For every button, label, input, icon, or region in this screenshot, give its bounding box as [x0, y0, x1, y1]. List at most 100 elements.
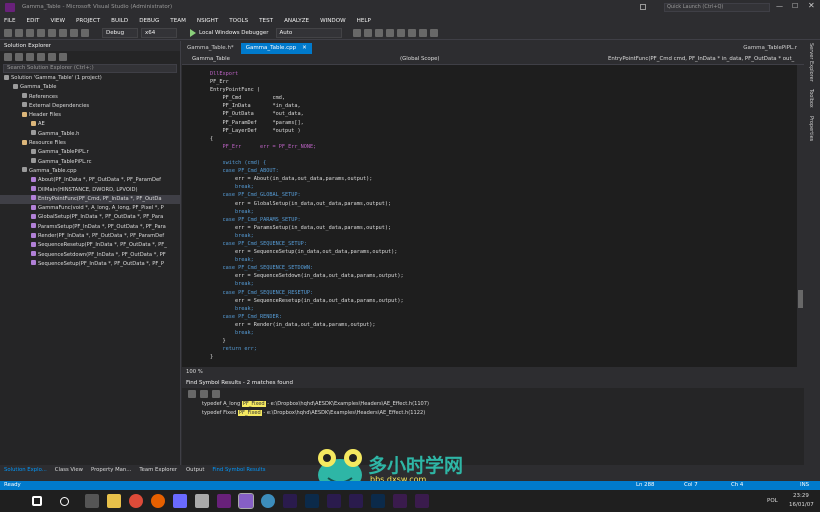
tree-item[interactable]: DllMain(HINSTANCE, DWORD, LPVOID): [0, 186, 180, 195]
platform-select[interactable]: x64: [141, 27, 177, 38]
tab-toolbox[interactable]: Toolbox: [808, 89, 814, 108]
after-effects-2-icon[interactable]: [349, 494, 363, 508]
project-dropdown[interactable]: Gamma_Table: [192, 54, 230, 64]
back-icon[interactable]: [4, 28, 12, 37]
language-indicator[interactable]: POL: [767, 498, 778, 504]
toolbar-icon-h[interactable]: [429, 28, 438, 37]
clock-time[interactable]: 23:29: [793, 493, 809, 499]
explorer-icon[interactable]: [107, 494, 121, 508]
sync-icon[interactable]: [15, 53, 23, 61]
tree-item[interactable]: External Dependencies: [0, 102, 180, 111]
home-icon[interactable]: [4, 53, 12, 61]
forward-icon[interactable]: [15, 28, 23, 37]
save-all-icon[interactable]: [59, 28, 67, 37]
tree-item[interactable]: AE: [0, 120, 180, 129]
menu-debug[interactable]: DEBUG: [139, 18, 159, 24]
photoshop-2-icon[interactable]: [371, 494, 385, 508]
tree-item[interactable]: SequenceSetdown(PF_InData *, PF_OutData …: [0, 251, 180, 260]
app-icon[interactable]: [195, 494, 209, 508]
mode-select[interactable]: Auto: [275, 27, 342, 38]
tab-gamma-table-cpp[interactable]: Gamma_Table.cpp ✕: [240, 43, 312, 54]
tree-item[interactable]: Gamma_TablePiPL.rc: [0, 158, 180, 167]
editor-scrollbar[interactable]: [797, 65, 804, 367]
maximize-button[interactable]: ☐: [792, 2, 798, 10]
scrollbar-thumb[interactable]: [798, 290, 803, 308]
toolbar-icon-c[interactable]: [374, 28, 383, 37]
solution-search-input[interactable]: Search Solution Explorer (Ctrl+;): [3, 64, 177, 73]
windows-start-icon[interactable]: [32, 496, 42, 506]
tree-item[interactable]: GlobalSetup(PF_InData *, PF_OutData *, P…: [0, 213, 180, 222]
tab-team-explorer[interactable]: Team Explorer: [135, 466, 181, 475]
search-icon[interactable]: [60, 496, 69, 506]
after-effects-icon[interactable]: [283, 494, 297, 508]
menu-analyze[interactable]: ANALYZE: [284, 18, 309, 24]
menu-test[interactable]: TEST: [259, 18, 273, 24]
collapse-all-icon[interactable]: [37, 53, 45, 61]
find-result-row[interactable]: typedef Fixed PF_Fixed - e:\Dropbox\hqhd…: [182, 409, 804, 418]
visual-studio-active-icon[interactable]: [238, 493, 254, 509]
illustrator-icon[interactable]: [415, 494, 429, 508]
menu-project[interactable]: PROJECT: [76, 18, 100, 24]
tree-item[interactable]: ParamsSetup(PF_InData *, PF_OutData *, P…: [0, 223, 180, 232]
menu-window[interactable]: WINDOW: [320, 18, 346, 24]
tab-properties[interactable]: Properties: [808, 116, 814, 141]
tree-item[interactable]: References: [0, 93, 180, 102]
tab-find-symbol-results[interactable]: Find Symbol Results: [208, 466, 269, 475]
next-result-icon[interactable]: [200, 390, 208, 398]
tab-property-manager[interactable]: Property Man...: [87, 466, 135, 475]
tree-item[interactable]: Gamma_TablePiPL.r: [0, 148, 180, 157]
tab-solution-explorer[interactable]: Solution Explo...: [0, 466, 51, 475]
member-dropdown[interactable]: EntryPointFunc(PF_Cmd cmd, PF_InData * i…: [608, 54, 798, 64]
undo-icon[interactable]: [70, 28, 78, 37]
menu-help[interactable]: HELP: [357, 18, 371, 24]
tree-item[interactable]: GammaFunc(void *, A_long, A_long, PF_Pix…: [0, 204, 180, 213]
toolbar-icon-e[interactable]: [396, 28, 405, 37]
premiere-2-icon[interactable]: [393, 494, 407, 508]
premiere-icon[interactable]: [327, 494, 341, 508]
photoshop-icon[interactable]: [305, 494, 319, 508]
menu-nsight[interactable]: NSIGHT: [197, 18, 218, 24]
find-result-row[interactable]: typedef A_long PF_Fixed - e:\Dropbox\hqh…: [182, 400, 804, 409]
quick-launch-input[interactable]: Quick Launch (Ctrl+Q): [664, 3, 770, 12]
menu-view[interactable]: VIEW: [50, 18, 65, 24]
toolbar-icon-f[interactable]: [407, 28, 416, 37]
zoom-level[interactable]: 100 %: [186, 369, 203, 375]
tree-item[interactable]: EntryPointFunc(PF_Cmd, PF_InData *, PF_O…: [0, 194, 180, 205]
tree-item[interactable]: About(PF_InData *, PF_OutData *, PF_Para…: [0, 176, 180, 185]
tab-gamma-table-h[interactable]: Gamma_Table.h*: [182, 43, 239, 54]
visual-studio-icon[interactable]: [217, 494, 231, 508]
tree-item[interactable]: Header Files: [0, 111, 180, 120]
tab-output[interactable]: Output: [182, 466, 208, 475]
properties-icon[interactable]: [59, 53, 67, 61]
toolbar-icon-b[interactable]: [363, 28, 372, 37]
tree-item[interactable]: Resource Files: [0, 139, 180, 148]
tree-item[interactable]: SequenceSetup(PF_InData *, PF_OutData *,…: [0, 260, 180, 269]
toolbar-icon-d[interactable]: [385, 28, 394, 37]
tree-item[interactable]: Gamma_Table.cpp: [0, 167, 180, 176]
clear-icon[interactable]: [212, 390, 220, 398]
start-debug-icon[interactable]: [190, 28, 196, 37]
save-app-icon[interactable]: [173, 494, 187, 508]
config-select[interactable]: Debug: [102, 27, 138, 38]
new-project-icon[interactable]: [26, 28, 34, 37]
menu-team[interactable]: TEAM: [170, 18, 186, 24]
toolbar-icon-g[interactable]: [418, 28, 427, 37]
tree-item[interactable]: SequenceResetup(PF_InData *, PF_OutData …: [0, 241, 180, 250]
save-icon[interactable]: [48, 28, 56, 37]
debugger-select[interactable]: Local Windows Debugger: [199, 30, 269, 36]
tab-gamma-table-pipl[interactable]: Gamma_TablePiPL.r: [738, 43, 802, 54]
tab-class-view[interactable]: Class View: [51, 466, 87, 475]
scope-dropdown[interactable]: (Global Scope): [400, 54, 440, 64]
chrome-icon[interactable]: [129, 494, 143, 508]
close-button[interactable]: ✕: [808, 1, 815, 10]
tree-item[interactable]: Render(PF_InData *, PF_OutData *, PF_Par…: [0, 232, 180, 241]
show-all-files-icon[interactable]: [48, 53, 56, 61]
menu-build[interactable]: BUILD: [111, 18, 128, 24]
redo-icon[interactable]: [81, 28, 89, 37]
tab-server-explorer[interactable]: Server Explorer: [808, 43, 814, 82]
open-icon[interactable]: [37, 28, 45, 37]
toolbar-icon-a[interactable]: [352, 28, 361, 37]
menu-file[interactable]: FILE: [4, 18, 16, 24]
tree-item[interactable]: Solution 'Gamma_Table' (1 project): [0, 74, 180, 83]
clock-date[interactable]: 16/01/07: [789, 502, 814, 508]
